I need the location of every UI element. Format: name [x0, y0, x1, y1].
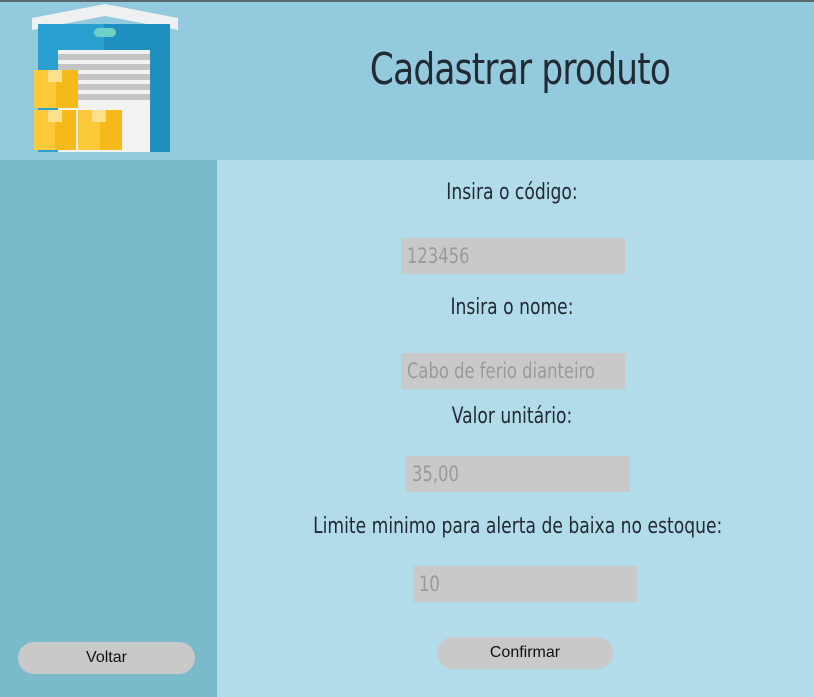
name-value: Cabo de ferio dianteiro: [407, 359, 595, 383]
confirm-button[interactable]: Confirmar: [437, 637, 613, 669]
price-label: Valor unitário:: [451, 404, 573, 429]
sidebar: Voltar: [0, 160, 217, 697]
page-title: Cadastrar produto: [369, 44, 671, 95]
code-label: Insira o código:: [446, 180, 578, 205]
price-field[interactable]: 35,00: [406, 456, 630, 492]
warehouse-icon: [32, 4, 178, 152]
price-value: 35,00: [412, 462, 459, 486]
stock-limit-label: Limite minimo para alerta de baixa no es…: [313, 514, 723, 539]
stock-limit-value: 10: [419, 572, 440, 596]
code-value: 123456: [407, 244, 470, 268]
back-button[interactable]: Voltar: [18, 642, 195, 674]
code-field[interactable]: 123456: [401, 238, 625, 274]
name-label: Insira o nome:: [450, 295, 574, 320]
header: Cadastrar produto: [0, 0, 814, 160]
stock-limit-field[interactable]: 10: [413, 566, 637, 602]
name-field[interactable]: Cabo de ferio dianteiro: [401, 353, 625, 389]
product-form: Insira o código: 123456 Insira o nome: C…: [217, 160, 814, 697]
